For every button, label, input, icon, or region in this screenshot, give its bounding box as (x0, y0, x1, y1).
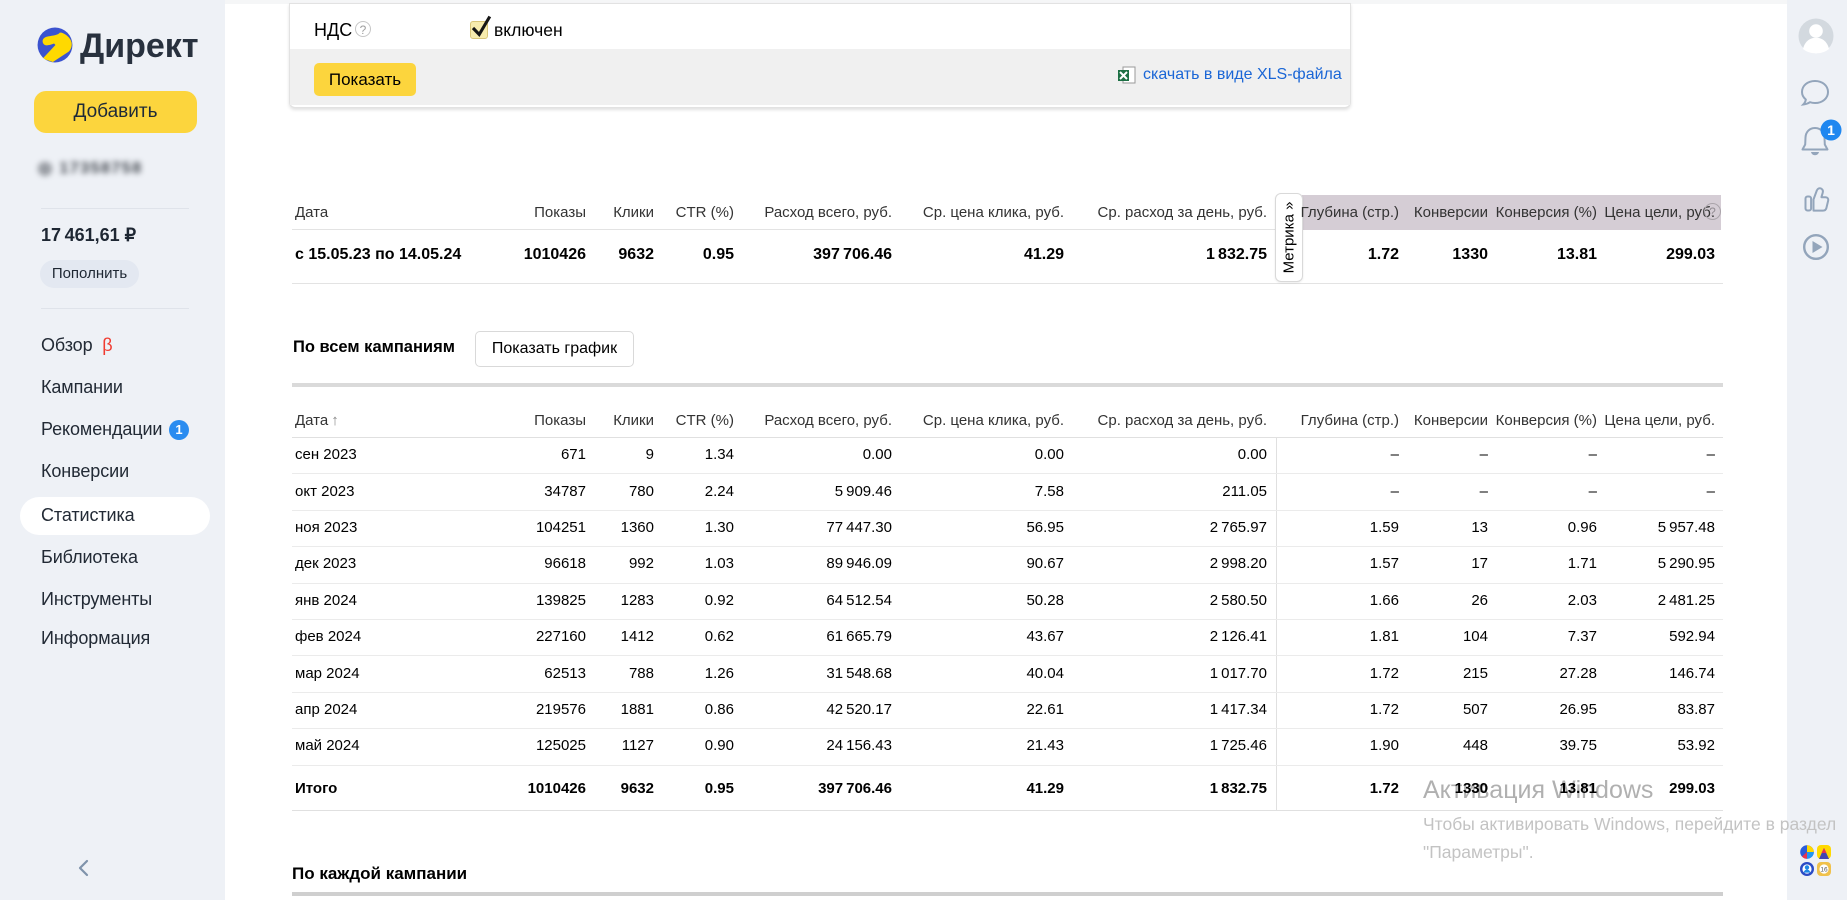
svg-text:16: 16 (1820, 866, 1828, 873)
svg-text:1: 1 (1827, 122, 1835, 138)
